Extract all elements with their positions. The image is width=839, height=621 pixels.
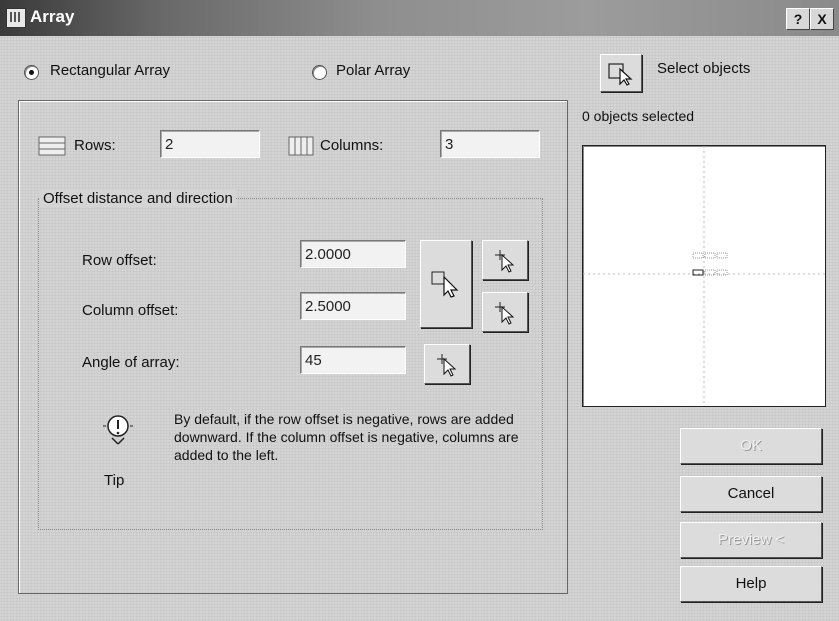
array-dialog: Array ? X Rectangular Array Polar Array … bbox=[0, 0, 839, 621]
column-offset-label: Column offset: bbox=[82, 302, 179, 319]
preview-button[interactable]: Preview < bbox=[680, 522, 822, 558]
ok-button[interactable]: OK bbox=[680, 428, 822, 464]
columns-input[interactable]: 3 bbox=[440, 130, 540, 158]
window-title: Array bbox=[30, 7, 75, 26]
row-offset-label: Row offset: bbox=[82, 252, 157, 269]
polar-array-radio[interactable] bbox=[312, 65, 327, 80]
pick-column-offset-button[interactable] bbox=[482, 292, 528, 332]
rectangular-array-radio[interactable] bbox=[24, 65, 39, 80]
rectangular-array-label[interactable]: Rectangular Array bbox=[50, 62, 170, 79]
tip-label: Tip bbox=[104, 472, 125, 489]
lightbulb-tip-icon bbox=[103, 415, 133, 445]
rows-icon bbox=[38, 136, 66, 156]
columns-icon bbox=[288, 136, 314, 156]
pick-both-offsets-button[interactable] bbox=[420, 240, 472, 328]
help-button[interactable]: Help bbox=[680, 566, 822, 602]
tip-text: By default, if the row offset is negativ… bbox=[174, 411, 519, 463]
columns-label: Columns: bbox=[320, 137, 384, 154]
pick-row-offset-button[interactable] bbox=[482, 240, 528, 280]
angle-of-array-input[interactable]: 45 bbox=[300, 346, 406, 374]
pick-point-icon bbox=[495, 250, 515, 273]
objects-selected-status: 0 objects selected bbox=[582, 108, 695, 124]
pick-point-icon bbox=[437, 354, 457, 377]
rows-input[interactable]: 2 bbox=[160, 130, 260, 158]
row-offset-input[interactable]: 2.0000 bbox=[300, 240, 406, 268]
pick-offset-icon bbox=[431, 271, 459, 298]
title-close-button[interactable]: X bbox=[810, 8, 834, 30]
array-preview bbox=[582, 145, 826, 407]
array-app-icon bbox=[6, 8, 26, 28]
column-offset-input[interactable]: 2.5000 bbox=[300, 292, 406, 320]
select-objects-button[interactable] bbox=[600, 54, 642, 92]
polar-array-label[interactable]: Polar Array bbox=[336, 62, 410, 79]
angle-of-array-label: Angle of array: bbox=[82, 354, 180, 371]
title-help-button[interactable]: ? bbox=[786, 8, 810, 30]
offset-group-title: Offset distance and direction bbox=[40, 190, 236, 207]
preview-graphic bbox=[583, 146, 825, 406]
title-bar[interactable]: Array ? X bbox=[0, 0, 839, 36]
select-objects-label: Select objects bbox=[657, 60, 751, 77]
pick-point-icon bbox=[495, 302, 515, 325]
select-objects-icon bbox=[608, 63, 633, 86]
rows-label: Rows: bbox=[74, 137, 116, 154]
cancel-button[interactable]: Cancel bbox=[680, 476, 822, 512]
pick-angle-button[interactable] bbox=[424, 344, 470, 384]
